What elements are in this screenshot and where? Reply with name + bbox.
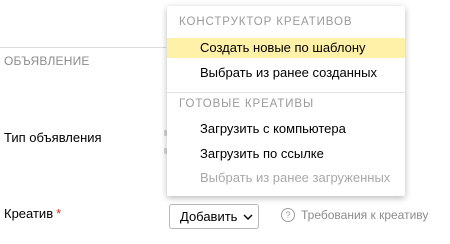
- add-button-label: Добавить: [180, 209, 238, 224]
- menu-item-create-from-template[interactable]: Создать новые по шаблону: [167, 38, 405, 58]
- menu-item-choose-created[interactable]: Выбрать из ранее созданных: [167, 63, 405, 83]
- required-mark: *: [56, 206, 62, 221]
- add-creative-button[interactable]: Добавить: [169, 204, 259, 229]
- menu-item-upload-from-computer[interactable]: Загрузить с компьютера: [167, 119, 405, 139]
- menu-divider: [167, 92, 405, 93]
- menu-item-choose-uploaded: Выбрать из ранее загруженных: [200, 170, 391, 185]
- creative-label: Креатив *: [4, 206, 61, 221]
- menu-group-header-constructor: КОНСТРУКТОР КРЕАТИВОВ: [179, 16, 353, 28]
- chevron-down-icon: [243, 214, 253, 220]
- ad-type-label: Тип объявления: [4, 130, 102, 145]
- menu-item-upload-by-link[interactable]: Загрузить по ссылке: [167, 144, 405, 164]
- section-title: ОБЪЯВЛЕНИЕ: [4, 54, 90, 68]
- section-divider: [0, 47, 166, 48]
- creative-requirements-link[interactable]: ? Требования к креативу: [281, 208, 428, 222]
- question-circle-icon: ?: [281, 208, 295, 222]
- add-creative-dropdown-menu: КОНСТРУКТОР КРЕАТИВОВ Создать новые по ш…: [167, 6, 405, 196]
- menu-group-header-ready: ГОТОВЫЕ КРЕАТИВЫ: [179, 98, 315, 110]
- requirements-link-text: Требования к креативу: [301, 208, 429, 222]
- creative-label-text: Креатив: [4, 206, 54, 221]
